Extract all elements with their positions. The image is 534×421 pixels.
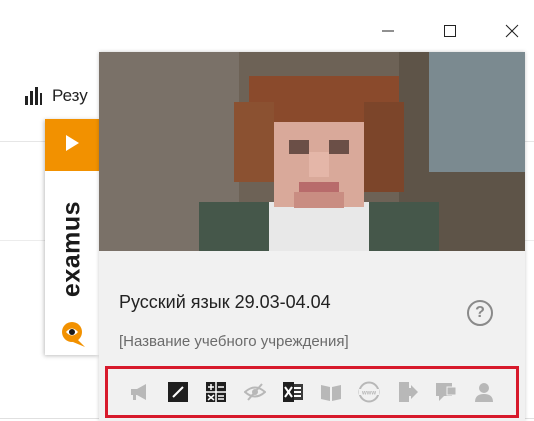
user-icon (473, 381, 495, 403)
user-button[interactable] (472, 380, 496, 404)
book-icon (320, 382, 342, 402)
calculator-icon (205, 381, 227, 403)
exit-button[interactable] (396, 380, 420, 404)
minimize-icon (381, 24, 395, 43)
course-title: Русский язык 29.03-04.04 (119, 292, 331, 312)
excel-button[interactable] (281, 380, 305, 404)
tools-toolbar: www (105, 366, 519, 418)
megaphone-button[interactable] (128, 380, 152, 404)
www-button[interactable]: www (357, 380, 381, 404)
examus-logo-icon (59, 319, 85, 352)
examus-side-tab: examus (45, 119, 99, 355)
svg-text:www: www (361, 391, 376, 397)
chat-button[interactable] (434, 380, 458, 404)
help-icon: ? (475, 304, 485, 321)
exit-door-icon (397, 381, 419, 403)
megaphone-icon (129, 382, 151, 402)
examus-brand: examus (45, 171, 99, 355)
excel-icon (282, 381, 304, 403)
bar-chart-icon (24, 87, 42, 105)
www-icon: www (358, 381, 380, 403)
notepad-icon (167, 381, 189, 403)
minimize-button[interactable] (368, 18, 408, 48)
organization-name: [Название учебного учреждения] (119, 333, 349, 350)
proctoring-panel: Русский язык 29.03-04.04 [Название учебн… (99, 52, 525, 421)
help-button[interactable]: ? (467, 300, 493, 326)
notepad-button[interactable] (166, 380, 190, 404)
calculator-button[interactable] (204, 380, 228, 404)
maximize-button[interactable] (430, 18, 470, 48)
hidden-eye-icon (243, 383, 266, 401)
examus-toggle-button[interactable] (45, 119, 99, 171)
hidden-eye-button[interactable] (243, 380, 267, 404)
chat-icon (435, 381, 457, 403)
maximize-icon (443, 24, 457, 43)
examus-wordmark: examus (57, 200, 86, 298)
play-icon (64, 134, 80, 157)
results-label: Резу (52, 86, 88, 105)
results-menu-item[interactable]: Резу (24, 86, 88, 106)
webcam-video (99, 52, 525, 251)
book-button[interactable] (319, 380, 343, 404)
close-icon (505, 24, 519, 43)
close-button[interactable] (492, 18, 532, 48)
